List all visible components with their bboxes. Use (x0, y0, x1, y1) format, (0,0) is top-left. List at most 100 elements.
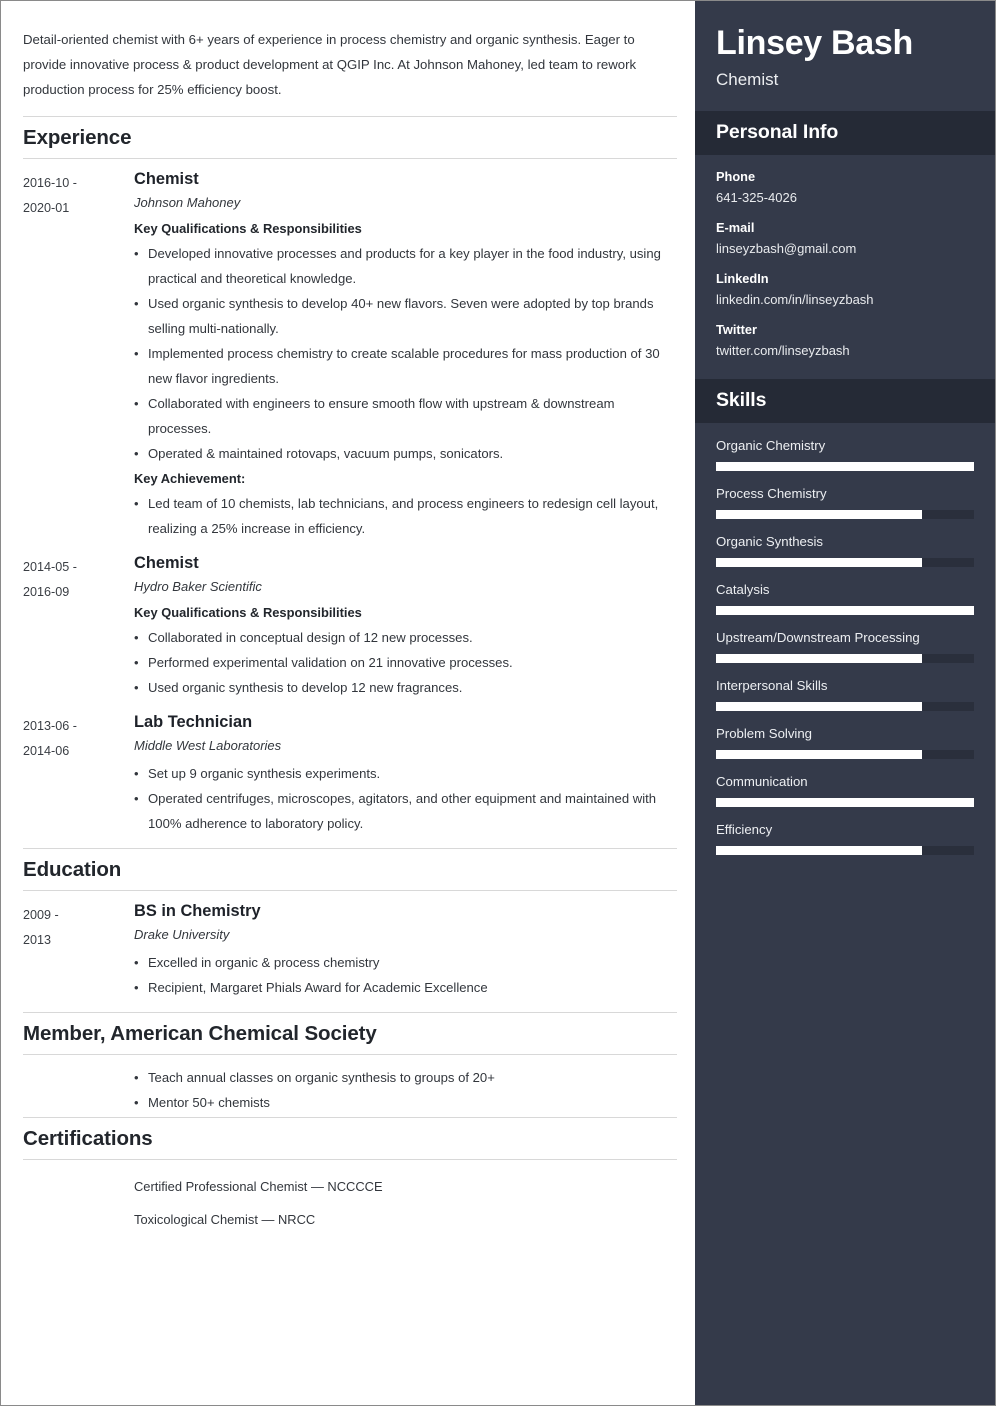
bullet-item: Collaborated in conceptual design of 12 … (134, 625, 677, 650)
entry-organization: Middle West Laboratories (134, 738, 282, 753)
skill-bar-fill (716, 702, 923, 711)
skill-label: Catalysis (716, 582, 770, 597)
membership-section: Member, American Chemical Society Teach … (23, 1012, 677, 1117)
entry-degree-title: BS in Chemistry (134, 902, 261, 920)
entry-date-end: 2020-01 (23, 201, 70, 215)
skill-bar-track (716, 750, 974, 759)
bullet-item: Operated centrifuges, microscopes, agita… (134, 786, 677, 836)
info-label: Twitter (716, 322, 757, 337)
entry-job-title: Chemist (134, 554, 199, 572)
info-value[interactable]: twitter.com/linseyzbash (716, 343, 974, 359)
experience-entry: 2014-05 - 2016-09 Chemist Hydro Baker Sc… (23, 553, 677, 702)
membership-body: Teach annual classes on organic synthesi… (23, 1065, 677, 1117)
entry-organization: Hydro Baker Scientific (134, 579, 262, 594)
experience-section-header: Experience (23, 116, 677, 159)
skills-heading: Skills (716, 389, 767, 411)
bullet-item: Used organic synthesis to develop 12 new… (134, 675, 677, 700)
entry-sublabel: Key Qualifications & Responsibilities (134, 605, 362, 620)
info-label: E-mail (716, 220, 755, 235)
skill-bar-fill (716, 510, 923, 519)
skill-bar-fill (716, 798, 974, 807)
skills-header: Skills (695, 379, 995, 423)
entry-date-end: 2014-06 (23, 744, 70, 758)
certifications-body: Certified Professional Chemist — NCCCCE … (23, 1170, 677, 1236)
entry-date-start: 2009 - (23, 908, 59, 922)
candidate-role: Chemist (716, 70, 779, 89)
skill-label: Efficiency (716, 822, 773, 837)
info-label: Phone (716, 169, 756, 184)
entry-bullet-list: Collaborated in conceptual design of 12 … (134, 625, 677, 700)
sidebar: Linsey Bash Chemist Personal Info Phone … (695, 1, 995, 1405)
bullet-item: Developed innovative processes and produ… (134, 241, 677, 291)
certifications-list: Certified Professional Chemist — NCCCCE … (134, 1170, 383, 1236)
skill-bar-fill (716, 750, 923, 759)
education-entry: 2009 - 2013 BS in Chemistry Drake Univer… (23, 901, 677, 1002)
candidate-name: Linsey Bash (716, 24, 913, 62)
entry-dates: 2014-05 - 2016-09 (23, 553, 134, 702)
skill-bar-track (716, 558, 974, 567)
skill-item: Efficiency (716, 821, 974, 855)
skill-label: Communication (716, 774, 808, 789)
skill-label: Upstream/Downstream Processing (716, 630, 920, 645)
education-heading: Education (23, 858, 122, 881)
professional-summary: Detail-oriented chemist with 6+ years of… (23, 32, 637, 97)
main-column: Detail-oriented chemist with 6+ years of… (1, 1, 695, 1405)
skill-item: Catalysis (716, 581, 974, 615)
entry-dates: 2016-10 - 2020-01 (23, 169, 134, 543)
experience-entry: 2013-06 - 2014-06 Lab Technician Middle … (23, 712, 677, 838)
info-value[interactable]: linkedin.com/in/linseyzbash (716, 292, 974, 308)
skill-bar-fill (716, 462, 974, 471)
bullet-item: Performed experimental validation on 21 … (134, 650, 677, 675)
skill-label: Interpersonal Skills (716, 678, 828, 693)
education-section-header: Education (23, 848, 677, 891)
info-value[interactable]: linseyzbash@gmail.com (716, 241, 974, 257)
entry-date-start: 2013-06 - (23, 719, 77, 733)
bullet-item: Led team of 10 chemists, lab technicians… (134, 491, 677, 541)
info-label: LinkedIn (716, 271, 769, 286)
skill-bar-track (716, 606, 974, 615)
entry-organization: Johnson Mahoney (134, 195, 241, 210)
entry-date-end: 2016-09 (23, 585, 70, 599)
bullet-item: Mentor 50+ chemists (134, 1090, 499, 1115)
skill-bar-track (716, 462, 974, 471)
skill-bar-track (716, 654, 974, 663)
entry-sublabel: Key Qualifications & Responsibilities (134, 221, 362, 236)
experience-section: Experience 2016-10 - 2020-01 Chemist Joh… (23, 116, 677, 838)
skill-label: Organic Synthesis (716, 534, 824, 549)
entry-bullet-list: Excelled in organic & process chemistry … (134, 950, 677, 1000)
entry-date-start: 2014-05 - (23, 560, 77, 574)
skill-bar-fill (716, 654, 923, 663)
membership-bullet-list: Teach annual classes on organic synthesi… (134, 1065, 499, 1115)
entry-body: Chemist Johnson Mahoney Key Qualificatio… (134, 169, 677, 543)
certifications-section-header: Certifications (23, 1117, 677, 1160)
membership-section-header: Member, American Chemical Society (23, 1012, 677, 1055)
resume-page: Detail-oriented chemist with 6+ years of… (0, 0, 996, 1406)
experience-entry: 2016-10 - 2020-01 Chemist Johnson Mahone… (23, 169, 677, 543)
entry-bullet-list: Set up 9 organic synthesis experiments. … (134, 761, 677, 836)
info-item-phone: Phone 641-325-4026 (716, 169, 974, 206)
entry-date-end: 2013 (23, 933, 52, 947)
skill-bar-fill (716, 846, 923, 855)
entry-body: BS in Chemistry Drake University Excelle… (134, 901, 677, 1002)
skill-bar-track (716, 798, 974, 807)
bullet-item: Collaborated with engineers to ensure sm… (134, 391, 677, 441)
info-value[interactable]: 641-325-4026 (716, 190, 974, 206)
skill-bar-fill (716, 606, 974, 615)
indent-spacer (23, 1065, 134, 1117)
personal-info-header: Personal Info (695, 111, 995, 155)
skill-item: Interpersonal Skills (716, 677, 974, 711)
entry-job-title: Lab Technician (134, 713, 253, 731)
entry-dates: 2013-06 - 2014-06 (23, 712, 134, 838)
skill-label: Problem Solving (716, 726, 813, 741)
bullet-item: Used organic synthesis to develop 40+ ne… (134, 291, 677, 341)
info-item-email: E-mail linseyzbash@gmail.com (716, 220, 974, 257)
entry-job-title: Chemist (134, 170, 199, 188)
certification-item: Toxicological Chemist — NRCC (134, 1212, 316, 1227)
skill-label: Organic Chemistry (716, 438, 826, 453)
bullet-item: Implemented process chemistry to create … (134, 341, 677, 391)
skill-item: Problem Solving (716, 725, 974, 759)
skill-item: Communication (716, 773, 974, 807)
entry-body: Chemist Hydro Baker Scientific Key Quali… (134, 553, 677, 702)
certifications-section: Certifications Certified Professional Ch… (23, 1117, 677, 1236)
indent-spacer (23, 1170, 134, 1236)
